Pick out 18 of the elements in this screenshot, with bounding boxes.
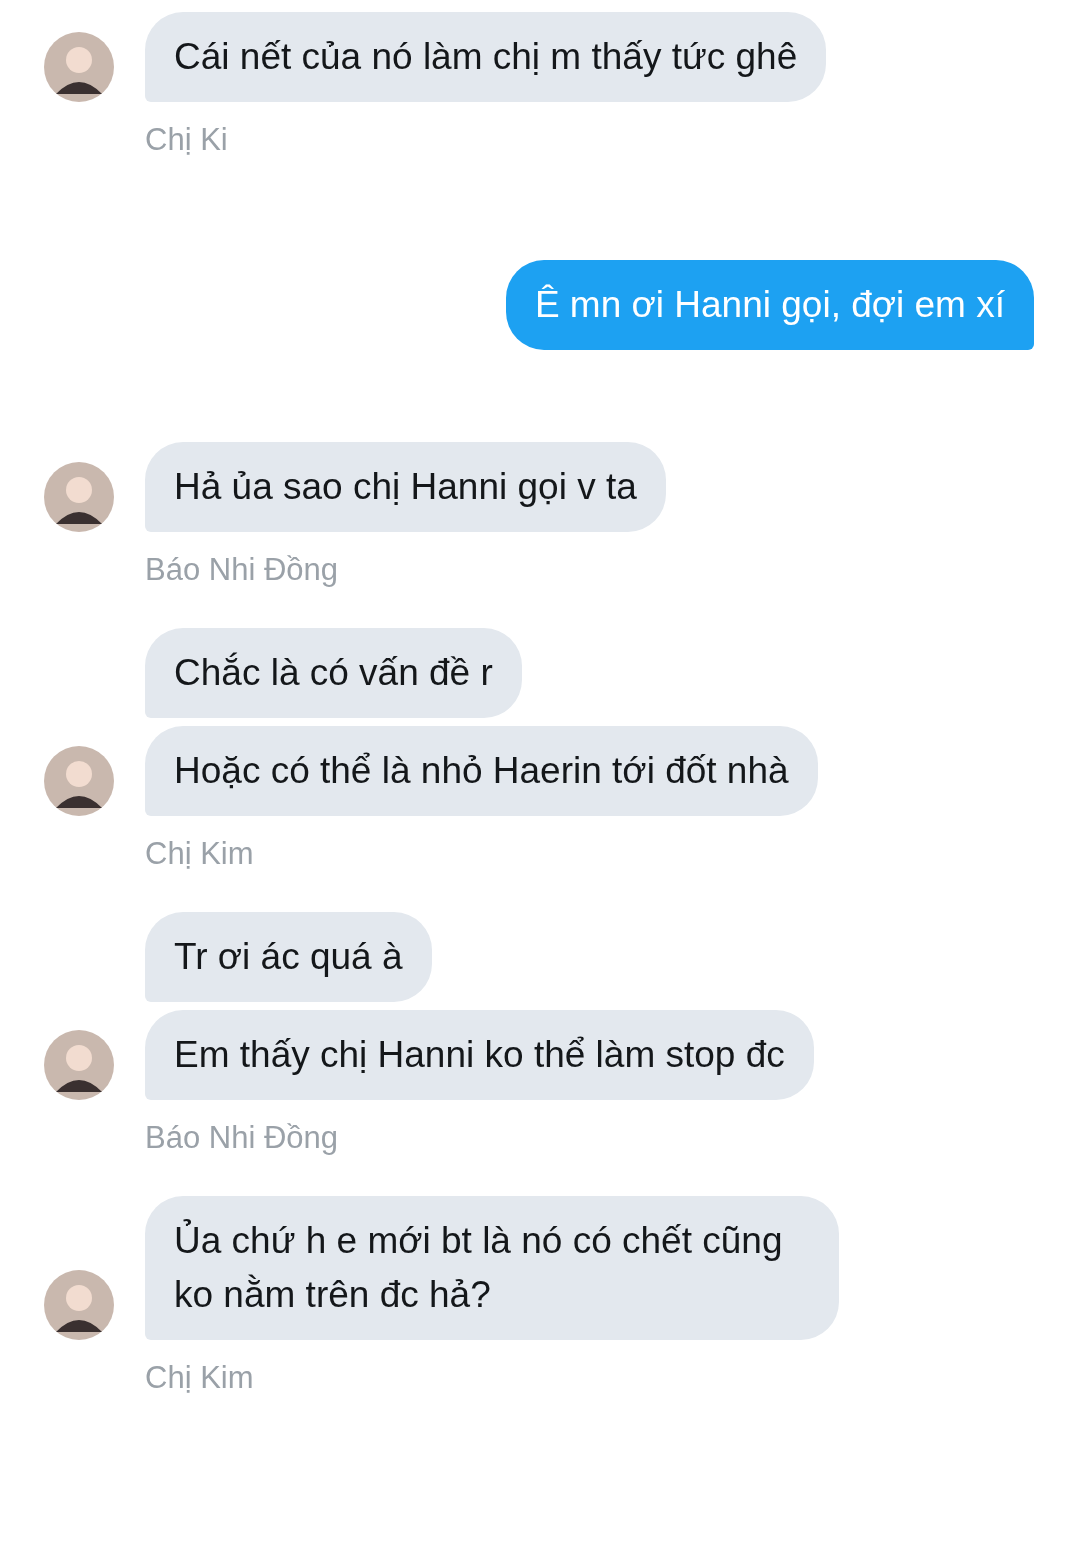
sender-name: Chị Ki [145, 122, 229, 158]
sender-name: Báo Nhi Đồng [145, 552, 339, 588]
avatar-icon[interactable] [44, 32, 114, 102]
message-bubble: Tr ơi ác quá à [145, 912, 432, 1002]
avatar-icon[interactable] [44, 746, 114, 816]
avatar-icon[interactable] [44, 1270, 114, 1340]
message-bubble: Cái nết của nó làm chị m thấy tức ghê [145, 12, 827, 102]
message-bubble: Chắc là có vấn đề r [145, 628, 522, 718]
message-bubble: Ủa chứ h e mới bt là nó có chết cũng ko nằm trên đc hả? [145, 1196, 839, 1340]
avatar-icon[interactable] [44, 462, 114, 532]
avatar-icon[interactable] [44, 1030, 114, 1100]
sender-name: Báo Nhi Đồng [145, 1120, 339, 1156]
sender-name: Chị Kim [145, 1360, 255, 1396]
message-bubble: Ê mn ơi Hanni gọi, đợi em xí [505, 260, 1034, 350]
sender-name: Chị Kim [145, 836, 255, 872]
message-bubble: Hả ủa sao chị Hanni gọi v ta [145, 442, 666, 532]
message-bubble: Hoặc có thể là nhỏ Haerin tới đốt nhà [145, 726, 818, 816]
message-bubble: Em thấy chị Hanni ko thể làm stop đc [145, 1010, 814, 1100]
